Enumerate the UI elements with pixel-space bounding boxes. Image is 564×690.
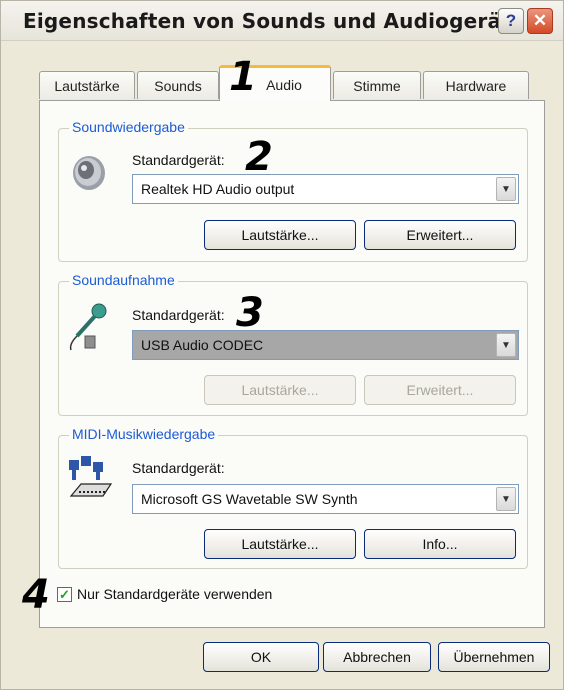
close-button[interactable]: ✕ (527, 8, 553, 34)
recording-advanced-button[interactable]: Erweitert... (364, 375, 516, 405)
midi-info-button[interactable]: Info... (364, 529, 516, 559)
tab-hardware[interactable]: Hardware (423, 71, 529, 99)
tab-lautstaerke[interactable]: Lautstärke (39, 71, 135, 99)
playback-advanced-button[interactable]: Erweitert... (364, 220, 516, 250)
recording-device-select[interactable]: USB Audio CODEC ▼ (132, 330, 519, 360)
use-default-devices-checkbox[interactable]: ✓ (57, 587, 72, 602)
recording-device-value: USB Audio CODEC (141, 337, 264, 353)
tab-audio-label: Audio (266, 76, 302, 93)
annotation-number-3: 3 (236, 290, 264, 336)
chevron-down-icon[interactable]: ▼ (496, 177, 516, 201)
use-default-devices-label: Nur Standardgeräte verwenden (77, 586, 273, 602)
audio-tab-panel: Soundwiedergabe Standardgerät: Realtek H… (22, 100, 545, 628)
title-bar[interactable]: Eigenschaften von Sounds und Audiogeräte… (1, 1, 563, 41)
checkmark-icon: ✓ (59, 586, 70, 602)
window-title: Eigenschaften von Sounds und Audiogeräte (23, 9, 525, 33)
playback-default-label: Standardgerät: (132, 152, 225, 168)
recording-group-title: Soundaufnahme (69, 272, 178, 288)
playback-device-select[interactable]: Realtek HD Audio output ▼ (132, 174, 519, 204)
ok-button[interactable]: OK (203, 642, 319, 672)
microphone-icon (69, 303, 107, 351)
midi-keyboard-icon (69, 456, 113, 497)
recording-default-label: Standardgerät: (132, 307, 225, 323)
help-button[interactable]: ? (498, 8, 524, 34)
midi-device-value: Microsoft GS Wavetable SW Synth (141, 491, 358, 507)
tab-stimme[interactable]: Stimme (333, 71, 421, 99)
tab-sounds[interactable]: Sounds (137, 71, 219, 99)
apply-button[interactable]: Übernehmen (438, 642, 550, 672)
playback-group: Soundwiedergabe Standardgerät: Realtek H… (58, 119, 528, 262)
midi-device-select[interactable]: Microsoft GS Wavetable SW Synth ▼ (132, 484, 519, 514)
playback-group-title: Soundwiedergabe (69, 119, 188, 135)
recording-volume-button[interactable]: Lautstärke... (204, 375, 356, 405)
annotation-number-1: 1 (229, 54, 257, 100)
close-icon: ✕ (532, 11, 548, 30)
midi-default-label: Standardgerät: (132, 460, 225, 476)
annotation-number-2: 2 (245, 134, 273, 180)
midi-group-title: MIDI-Musikwiedergabe (69, 426, 219, 442)
midi-volume-button[interactable]: Lautstärke... (204, 529, 356, 559)
playback-device-value: Realtek HD Audio output (141, 181, 295, 197)
annotation-number-4: 4 (22, 572, 50, 618)
playback-volume-button[interactable]: Lautstärke... (204, 220, 356, 250)
properties-dialog: Eigenschaften von Sounds und Audiogeräte… (0, 0, 564, 690)
chevron-down-icon[interactable]: ▼ (496, 487, 516, 511)
midi-group: MIDI-Musikwiedergabe Standardgerät: Micr… (58, 426, 528, 569)
speaker-icon (73, 156, 105, 190)
question-icon: ? (505, 11, 517, 30)
chevron-down-icon[interactable]: ▼ (496, 333, 516, 357)
cancel-button[interactable]: Abbrechen (323, 642, 431, 672)
recording-group: Soundaufnahme Standardgerät: USB Audio C… (58, 272, 528, 416)
